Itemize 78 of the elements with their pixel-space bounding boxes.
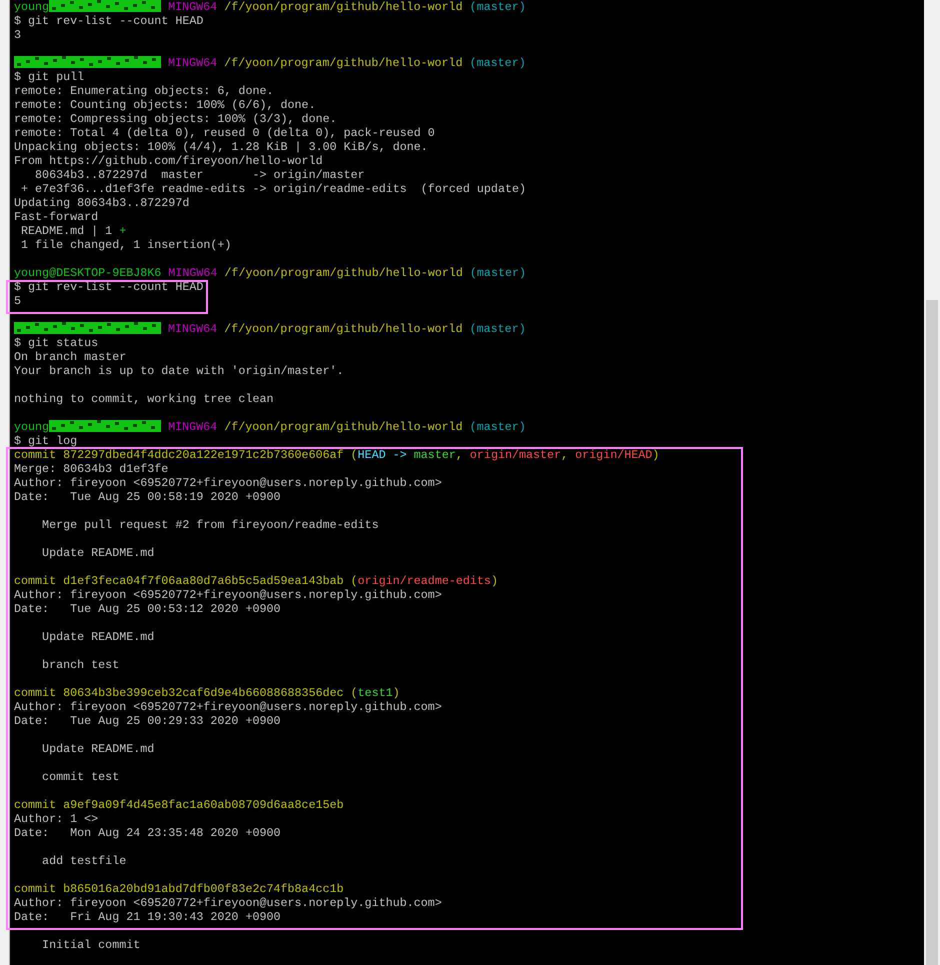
terminal-text: , <box>456 448 464 462</box>
terminal-text: young <box>14 420 50 434</box>
output-line: Merge pull request #2 from fireyoon/readme-edits <box>41 518 379 532</box>
terminal-text: origin/HEAD <box>575 448 652 462</box>
terminal-text: commit a9ef9a09f4d45e8fac1a60ab08709d6aa8ce15eb <box>14 798 344 812</box>
output-line: Author: 1 <> <box>14 812 98 826</box>
output-line: remote: Compressing objects: 100% (3/3), done. <box>14 112 337 126</box>
output-line: nothing to commit, working tree clean <box>14 392 274 406</box>
terminal-text: /f/yoon/program/github/hello-world <box>223 56 463 70</box>
terminal-text: + <box>119 224 126 238</box>
output-line: remote: Total 4 (delta 0), reused 0 (delta 0), pack-reused 0 <box>14 126 435 140</box>
output-line: 1 file changed, 1 insertion(+) <box>20 238 232 252</box>
output-line: Update README.md <box>41 742 154 756</box>
terminal-text: /f/yoon/program/github/hello-world <box>223 266 463 280</box>
terminal-text: commit b865016a20bd91abd7dfb00f83e2c74fb8a4cc1b <box>14 882 344 896</box>
output-line: $ git rev-list --count HEAD <box>14 280 204 294</box>
terminal-text: young@DESKTOP-9EBJ8K6 <box>14 266 162 280</box>
scrollbar-thumb[interactable] <box>926 300 938 965</box>
output-line: Author: fireyoon <69520772+fireyoon@users.noreply.github.com> <box>14 700 442 714</box>
terminal-text: HEAD -> <box>358 448 408 462</box>
terminal-text: master <box>414 448 456 462</box>
terminal-text: (master) <box>468 322 526 336</box>
terminal-text: /f/yoon/program/github/hello-world <box>223 0 463 14</box>
terminal-text: README.md | 1 <box>20 224 114 238</box>
output-line: Date: Tue Aug 25 00:53:12 2020 +0900 <box>14 602 281 616</box>
terminal-text: commit 80634b3be399ceb32caf6d9e4b66088688356dec ( <box>14 686 358 700</box>
terminal-text: MINGW64 <box>167 0 218 14</box>
terminal-text: origin/master <box>470 448 562 462</box>
terminal-text: /f/yoon/program/github/hello-world <box>223 322 463 336</box>
terminal-text: test1 <box>358 686 393 700</box>
terminal-text: MINGW64 <box>167 420 218 434</box>
scrollbar[interactable] <box>924 0 940 965</box>
terminal-text: (master) <box>468 56 526 70</box>
output-line: Date: Mon Aug 24 23:35:48 2020 +0900 <box>14 826 281 840</box>
output-line: remote: Counting objects: 100% (6/6), done. <box>14 98 316 112</box>
terminal-text: ) <box>490 574 498 588</box>
output-line: Date: Tue Aug 25 00:58:19 2020 +0900 <box>14 490 281 504</box>
output-line: Author: fireyoon <69520772+fireyoon@users.noreply.github.com> <box>14 476 442 490</box>
output-line: $ git rev-list --count HEAD <box>14 14 204 28</box>
terminal-text: ) <box>652 448 660 462</box>
output-line: Initial commit <box>41 938 140 952</box>
output-line: Update README.md <box>41 630 154 644</box>
terminal-text: commit d1ef3feca04f7f06aa80d7a6b5c5ad59ea143bab ( <box>14 574 358 588</box>
output-line: Date: Tue Aug 25 00:29:33 2020 +0900 <box>14 714 281 728</box>
output-line: Date: Fri Aug 21 19:30:43 2020 +0900 <box>14 910 281 924</box>
output-line: branch test <box>41 658 120 672</box>
terminal-text: origin/readme-edits <box>358 574 491 588</box>
output-line: Author: fireyoon <69520772+fireyoon@users.noreply.github.com> <box>14 896 442 910</box>
output-line: Your branch is up to date with 'origin/master'. <box>14 364 344 378</box>
output-line: add testfile <box>41 854 126 868</box>
output-line: $ git pull <box>14 70 84 84</box>
terminal-text: MINGW64 <box>167 322 218 336</box>
terminal-text: , <box>561 448 570 462</box>
output-line: + e7e3f36...d1ef3fe readme-edits -> origin/readme-edits (forced update) <box>20 182 526 196</box>
output-line: Updating 80634b3..872297d <box>14 196 190 210</box>
terminal-text: young <box>14 0 50 14</box>
output-line: 5 <box>14 294 22 308</box>
output-line: Update README.md <box>41 546 154 560</box>
terminal-text: commit 872297dbed4f4ddc20a122e1971c2b7360e606af ( <box>14 448 358 462</box>
terminal-text: ) <box>392 686 400 700</box>
output-line: 3 <box>14 28 22 42</box>
output-line: Merge: 80634b3 d1ef3fe <box>14 462 168 476</box>
terminal-text: (master) <box>468 0 526 14</box>
output-line: $ git log <box>14 434 78 448</box>
output-line: Unpacking objects: 100% (4/4), 1.28 KiB | 3.00 KiB/s, done. <box>14 140 428 154</box>
output-line: Fast-forward <box>14 210 98 224</box>
output-line: commit test <box>41 770 120 784</box>
terminal-text: (master) <box>468 420 526 434</box>
output-line: 80634b3..872297d master -> origin/master <box>34 168 365 182</box>
output-line: remote: Enumerating objects: 6, done. <box>14 84 274 98</box>
terminal-text: MINGW64 <box>167 266 218 280</box>
terminal-text: MINGW64 <box>167 56 218 70</box>
terminal-text: /f/yoon/program/github/hello-world <box>223 420 463 434</box>
output-line: Author: fireyoon <69520772+fireyoon@users.noreply.github.com> <box>14 588 442 602</box>
output-line: From https://github.com/fireyoon/hello-world <box>14 154 323 168</box>
output-line: $ git status <box>14 336 98 350</box>
terminal-text: (master) <box>468 266 526 280</box>
output-line: On branch master <box>14 350 126 364</box>
